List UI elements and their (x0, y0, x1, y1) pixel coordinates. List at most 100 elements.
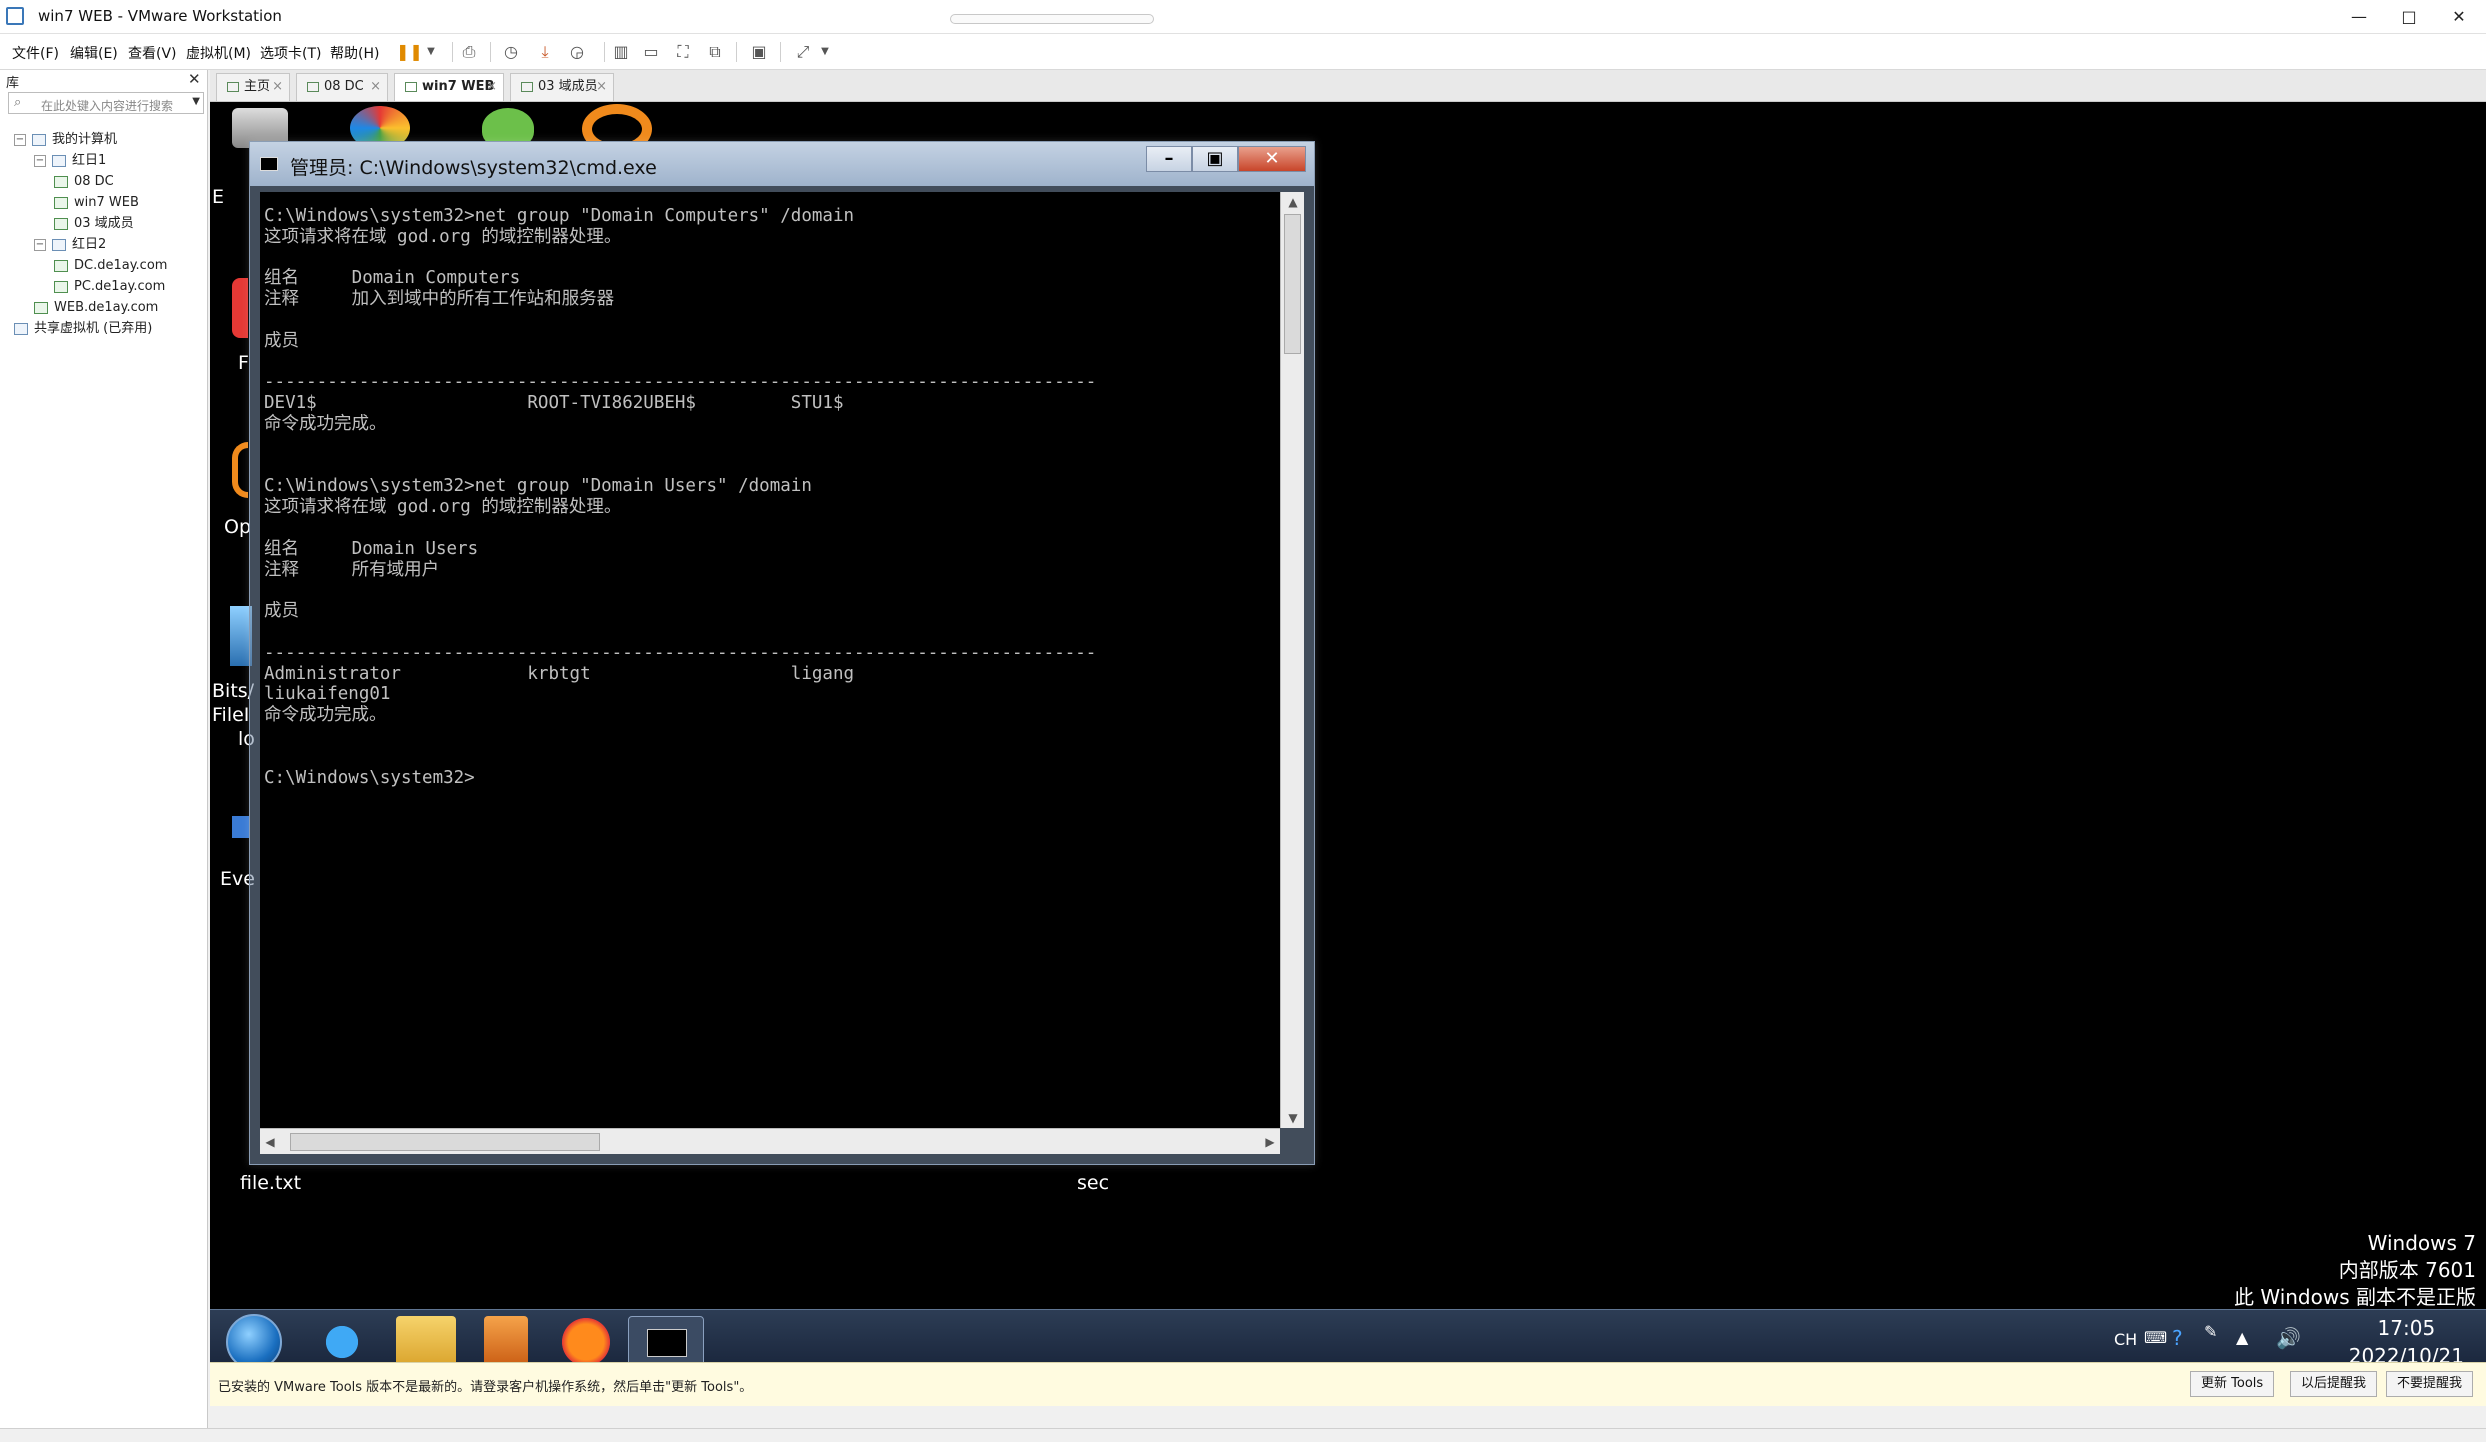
toolbar-separator (452, 42, 453, 62)
guest-desktop[interactable]: E F Op Bits/ FileI lo Eve file.txt sec 管… (210, 102, 2486, 1362)
unity-icon[interactable]: ⧉ (704, 41, 726, 63)
tab-home[interactable]: 主页 × (216, 73, 290, 101)
library-search-input[interactable]: ⌕ 在此处键入内容进行搜索 ▼ (8, 92, 204, 114)
cmd-minimize-icon[interactable]: – (1146, 146, 1192, 172)
file-explorer-icon[interactable] (396, 1316, 456, 1362)
revert-snapshot-icon[interactable]: ⤓ (534, 41, 556, 63)
snapshot-icon[interactable]: ◷ (500, 41, 522, 63)
search-dropdown-icon[interactable]: ▼ (192, 96, 200, 107)
console-line: 组名 Domain Users (264, 538, 479, 559)
show-library-icon[interactable]: ▥ (610, 41, 632, 63)
tree-item[interactable]: 共享虚拟机 (已弃用) (14, 319, 152, 339)
menu-edit[interactable]: 编辑(E) (70, 43, 118, 63)
menu-tabs[interactable]: 选项卡(T) (260, 43, 321, 63)
console-view-icon[interactable]: ▣ (748, 41, 770, 63)
partial-app-icon[interactable] (232, 278, 248, 338)
collapse-toggle-icon[interactable]: − (14, 133, 26, 146)
tree-item[interactable]: 08 DC (54, 172, 114, 192)
pen-icon[interactable]: ✎ (2204, 1322, 2217, 1341)
desktop-label-file-txt[interactable]: file.txt (240, 1172, 301, 1194)
scroll-left-icon[interactable]: ◀ (260, 1129, 280, 1155)
cmd-console[interactable]: C:\Windows\system32>net group "Domain Co… (260, 192, 1280, 1128)
toolbar-separator (736, 42, 737, 62)
minimize-icon[interactable]: — (2336, 3, 2382, 31)
collapse-toggle-icon[interactable]: − (34, 154, 46, 167)
start-button-icon[interactable] (226, 1314, 282, 1362)
collapse-toggle-icon[interactable]: − (34, 238, 46, 251)
desktop-label-partial: E (212, 186, 225, 208)
firefox-icon[interactable] (556, 1316, 616, 1362)
fullscreen-icon[interactable]: ⛶ (672, 41, 694, 63)
cmd-horizontal-scrollbar[interactable]: ◀ ▶ (260, 1128, 1280, 1154)
menu-file[interactable]: 文件(F) (12, 43, 59, 63)
stretch-guest-icon[interactable]: ⤢ (792, 41, 814, 63)
cmd-title-bar[interactable]: 管理员: C:\Windows\system32\cmd.exe – ▣ ✕ (250, 142, 1314, 186)
menu-help[interactable]: 帮助(H) (330, 43, 379, 63)
tab-close-icon[interactable]: × (596, 74, 607, 100)
send-keys-icon[interactable]: ⎙ (458, 41, 480, 63)
vm-icon (54, 217, 68, 230)
snapshot-manager-icon[interactable]: ◶ (566, 41, 588, 63)
remind-later-button[interactable]: 以后提醒我 (2290, 1371, 2378, 1397)
title-search-box[interactable] (950, 14, 1154, 24)
scroll-down-icon[interactable]: ▼ (1281, 1108, 1305, 1128)
scroll-up-icon[interactable]: ▲ (1281, 192, 1305, 212)
tab-close-icon[interactable]: × (272, 74, 283, 100)
home-icon (227, 81, 239, 92)
cmd-vertical-scrollbar[interactable]: ▲ ▼ (1280, 192, 1304, 1128)
help-icon[interactable]: ? (2172, 1326, 2183, 1350)
computer-icon (32, 133, 46, 146)
tab-win7-web[interactable]: win7 WEB × (394, 73, 504, 101)
cmd-title: 管理员: C:\Windows\system32\cmd.exe (290, 157, 657, 179)
scroll-right-icon[interactable]: ▶ (1260, 1129, 1280, 1155)
tree-item[interactable]: − 我的计算机 (14, 130, 117, 150)
cmd-window[interactable]: 管理员: C:\Windows\system32\cmd.exe – ▣ ✕ C… (249, 141, 1315, 1165)
console-line: 注释 加入到域中的所有工作站和服务器 (264, 289, 615, 310)
never-remind-button[interactable]: 不要提醒我 (2386, 1371, 2474, 1397)
tab-label: 08 DC (324, 79, 364, 94)
watermark-line: Windows 7 (2367, 1231, 2476, 1255)
menu-vm[interactable]: 虚拟机(M) (186, 43, 251, 63)
tree-item[interactable]: − 红日2 (34, 235, 106, 255)
tab-03-domain-member[interactable]: 03 域成员 × (510, 73, 614, 101)
desktop-label-sec[interactable]: sec (1077, 1172, 1109, 1194)
internet-explorer-icon[interactable] (312, 1316, 372, 1362)
cmd-close-icon[interactable]: ✕ (1238, 146, 1306, 172)
horizontal-scroll-thumb[interactable] (290, 1133, 600, 1151)
thumbnail-bar-icon[interactable]: ▭ (640, 41, 662, 63)
update-tools-button[interactable]: 更新 Tools (2190, 1371, 2275, 1397)
partial-eventvwr-icon[interactable] (232, 816, 250, 838)
menu-view[interactable]: 查看(V) (128, 43, 177, 63)
cmd-taskbar-button[interactable] (628, 1316, 704, 1362)
pause-dropdown-icon[interactable]: ▼ (420, 41, 442, 63)
show-hidden-icons-icon[interactable]: ▲ (2236, 1328, 2248, 1347)
pause-icon[interactable]: ❚❚ (396, 41, 423, 63)
tree-item[interactable]: WEB.de1ay.com (34, 298, 158, 318)
tab-close-icon[interactable]: × (370, 74, 381, 100)
media-player-icon[interactable] (484, 1316, 528, 1362)
cmd-maximize-icon[interactable]: ▣ (1192, 146, 1238, 172)
tree-item[interactable]: win7 WEB (54, 193, 139, 213)
cmd-app-icon (260, 157, 278, 171)
tree-item[interactable]: 03 域成员 (54, 214, 134, 234)
volume-icon[interactable]: 🔊 (2276, 1326, 2301, 1350)
taskbar-clock[interactable]: 17:05 2022/10/21 (2349, 1314, 2464, 1362)
tree-item[interactable]: DC.de1ay.com (54, 256, 167, 276)
close-icon[interactable]: ✕ (2436, 3, 2482, 31)
watermark-line: 此 Windows 副本不是正版 (2234, 1285, 2476, 1309)
console-line: ----------------------------------------… (264, 642, 1097, 663)
maximize-icon[interactable]: □ (2386, 3, 2432, 31)
vertical-scroll-thumb[interactable] (1284, 214, 1301, 354)
tab-close-icon[interactable]: × (486, 74, 497, 100)
tree-item[interactable]: PC.de1ay.com (54, 277, 165, 297)
tree-item[interactable]: − 红日1 (34, 151, 106, 171)
partial-opera-icon[interactable] (232, 442, 248, 498)
input-language-indicator[interactable]: CH (2114, 1330, 2137, 1349)
library-close-icon[interactable]: ✕ (188, 70, 201, 88)
keyboard-icon[interactable]: ⌨ (2144, 1328, 2167, 1347)
tools-message: 已安装的 VMware Tools 版本不是最新的。请登录客户机操作系统，然后单… (218, 1380, 753, 1395)
tab-08-dc[interactable]: 08 DC × (296, 73, 388, 101)
stretch-dropdown-icon[interactable]: ▼ (814, 41, 836, 63)
